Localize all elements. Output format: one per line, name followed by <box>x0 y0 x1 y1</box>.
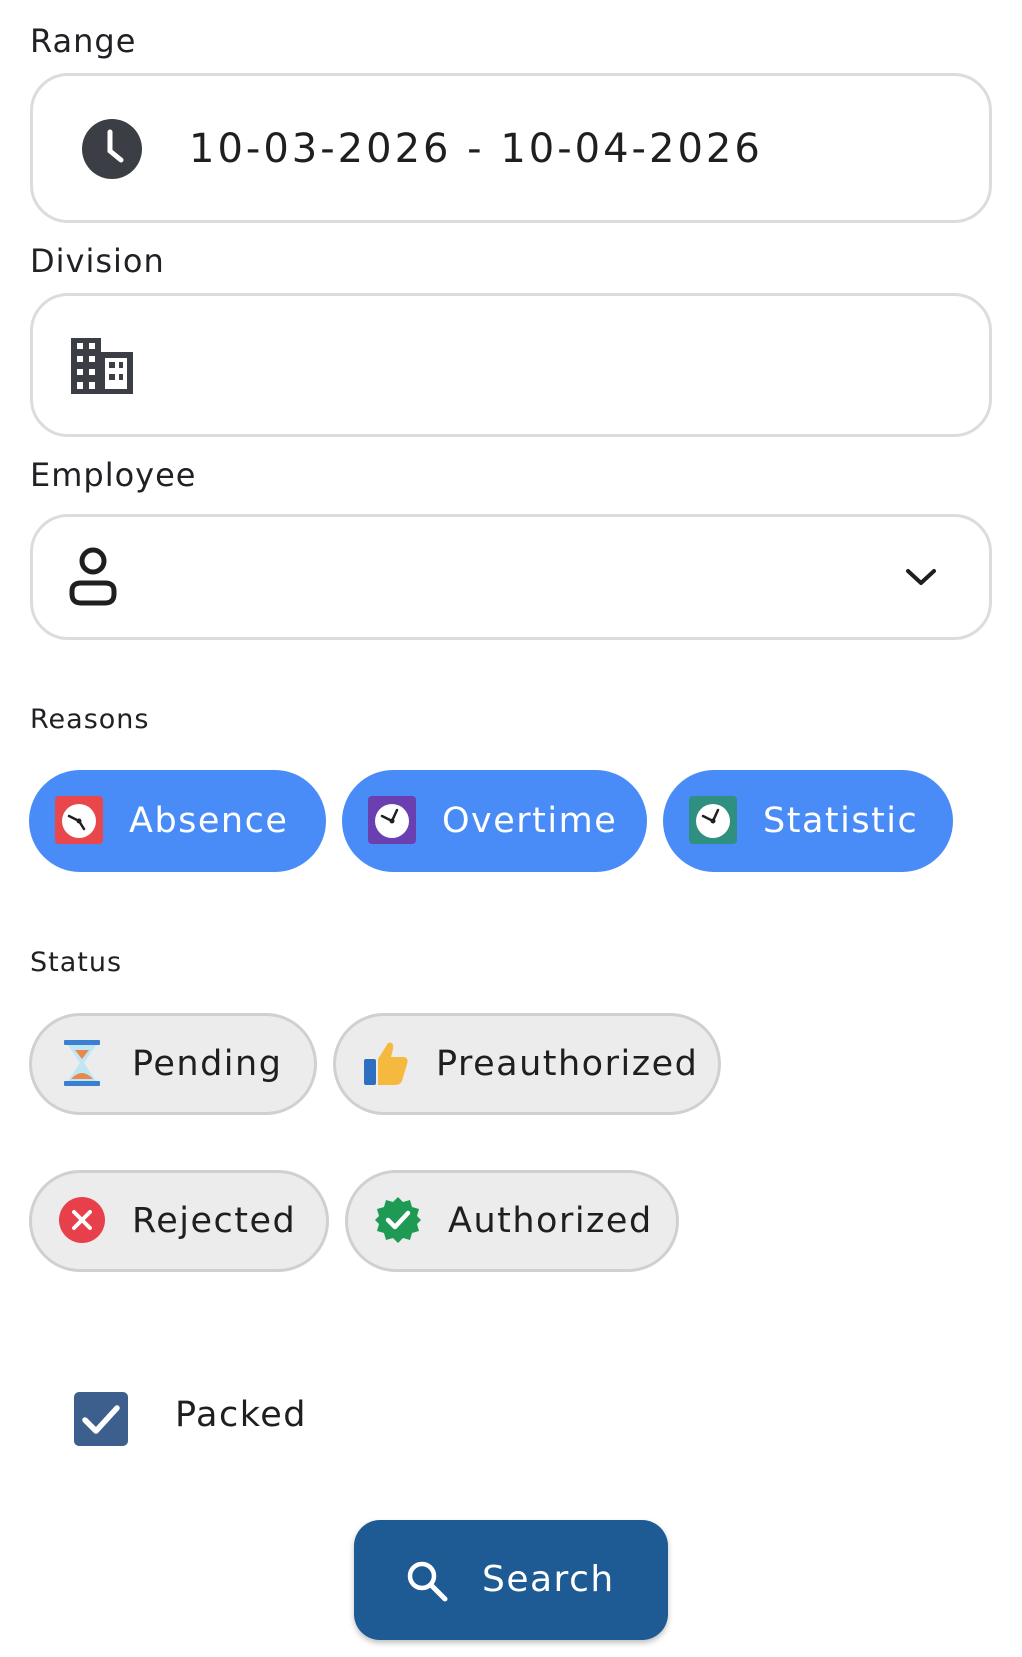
reason-chip-label: Absence <box>129 801 289 841</box>
employee-label: Employee <box>30 456 197 494</box>
person-icon <box>67 547 119 609</box>
range-label: Range <box>30 22 137 60</box>
status-chip-authorized[interactable]: Authorized <box>345 1170 679 1272</box>
thumbs-up-icon <box>362 1039 410 1087</box>
search-icon <box>406 1560 448 1602</box>
status-label: Status <box>30 947 123 978</box>
search-button-label: Search <box>482 1559 615 1600</box>
status-chip-preauthorized[interactable]: Preauthorized <box>333 1013 721 1115</box>
reasons-label: Reasons <box>30 704 150 735</box>
chevron-down-icon[interactable] <box>905 567 937 587</box>
reason-chip-statistic[interactable]: Statistic <box>663 770 953 872</box>
cross-mark-icon <box>58 1196 106 1244</box>
reason-chip-absence[interactable]: Absence <box>29 770 326 872</box>
reason-chip-label: Statistic <box>763 801 919 841</box>
range-value: 10-03-2026 - 10-04-2026 <box>189 126 763 172</box>
reason-chip-overtime[interactable]: Overtime <box>342 770 647 872</box>
alarm-clock-icon <box>689 796 737 844</box>
packed-label: Packed <box>175 1395 307 1435</box>
status-chip-label: Preauthorized <box>436 1044 699 1084</box>
clock-icon <box>81 118 143 180</box>
check-badge-icon <box>374 1196 422 1244</box>
hourglass-icon <box>58 1039 106 1087</box>
status-chip-label: Rejected <box>132 1201 297 1241</box>
status-chip-label: Authorized <box>448 1201 653 1241</box>
status-chip-label: Pending <box>132 1044 283 1084</box>
alarm-clock-icon <box>368 796 416 844</box>
checkmark-icon <box>82 1405 120 1434</box>
employee-dropdown[interactable] <box>30 514 992 640</box>
division-label: Division <box>30 242 165 280</box>
packed-checkbox[interactable] <box>74 1392 128 1446</box>
status-chip-pending[interactable]: Pending <box>29 1013 317 1115</box>
division-field[interactable] <box>30 293 992 437</box>
building-icon <box>71 338 133 394</box>
range-field[interactable]: 10-03-2026 - 10-04-2026 <box>30 73 992 223</box>
status-chip-rejected[interactable]: Rejected <box>29 1170 329 1272</box>
reason-chip-label: Overtime <box>442 801 618 841</box>
search-button[interactable]: Search <box>354 1520 668 1640</box>
alarm-clock-icon <box>55 796 103 844</box>
